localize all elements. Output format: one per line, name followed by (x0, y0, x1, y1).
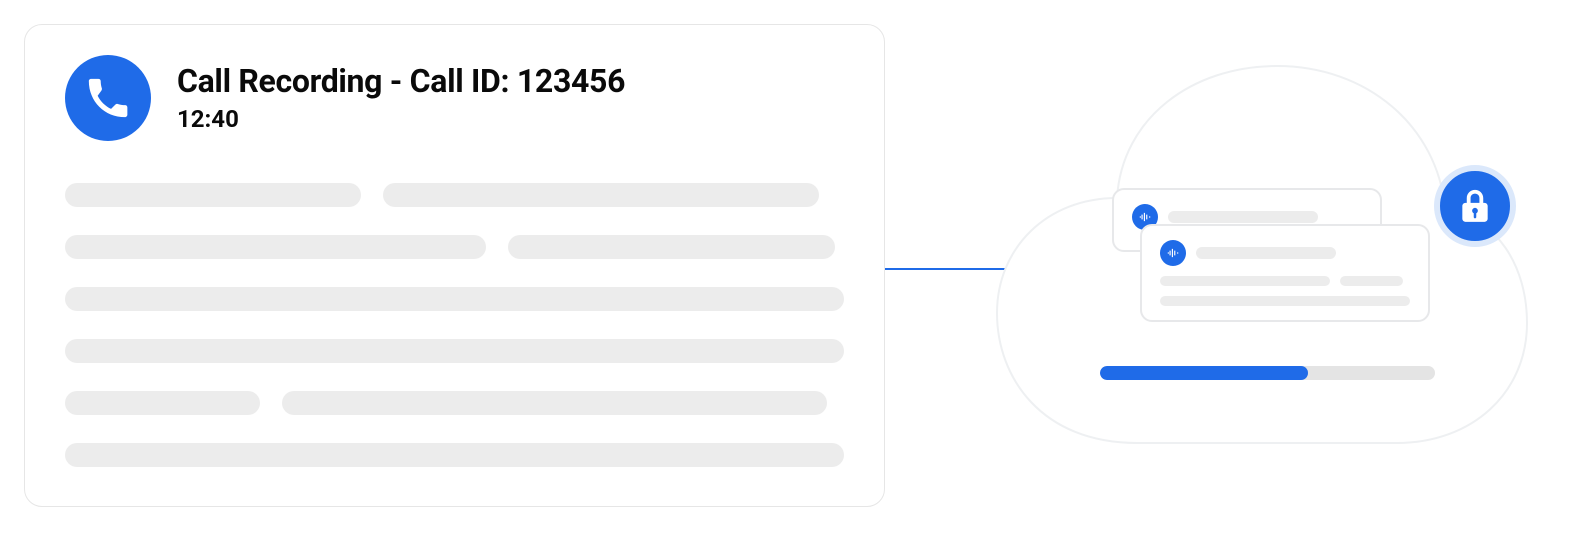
skeleton-bar (1168, 211, 1318, 223)
call-recording-card: Call Recording - Call ID: 123456 12:40 (24, 24, 885, 507)
call-card-header: Call Recording - Call ID: 123456 12:40 (65, 55, 844, 141)
cloud-illustration (987, 48, 1532, 448)
cloud-progress-fill (1100, 366, 1308, 380)
audio-wave-icon (1160, 240, 1186, 266)
skeleton-bar (65, 391, 260, 415)
skeleton-bar (65, 183, 361, 207)
skeleton-bar (65, 443, 844, 467)
skeleton-bar (1196, 247, 1336, 259)
skeleton-bar (1160, 276, 1330, 286)
mini-card (1140, 224, 1430, 322)
call-time: 12:40 (177, 105, 625, 133)
skeleton-bar (65, 235, 486, 259)
skeleton-bar (1160, 296, 1410, 306)
transcript-skeleton (65, 183, 844, 467)
skeleton-bar (65, 339, 844, 363)
cloud-progress-bar (1100, 366, 1435, 380)
call-card-heading: Call Recording - Call ID: 123456 12:40 (177, 63, 625, 134)
skeleton-bar (65, 287, 844, 311)
skeleton-row (65, 287, 844, 311)
lock-icon (1434, 165, 1516, 247)
skeleton-row (65, 443, 844, 467)
skeleton-row (65, 339, 844, 363)
skeleton-bar (383, 183, 819, 207)
skeleton-bar (282, 391, 827, 415)
call-title: Call Recording - Call ID: 123456 (177, 63, 625, 100)
skeleton-bar (508, 235, 835, 259)
skeleton-row (65, 235, 844, 259)
skeleton-row (65, 391, 844, 415)
phone-icon (65, 55, 151, 141)
skeleton-bar (1340, 276, 1403, 286)
skeleton-row (65, 183, 844, 207)
